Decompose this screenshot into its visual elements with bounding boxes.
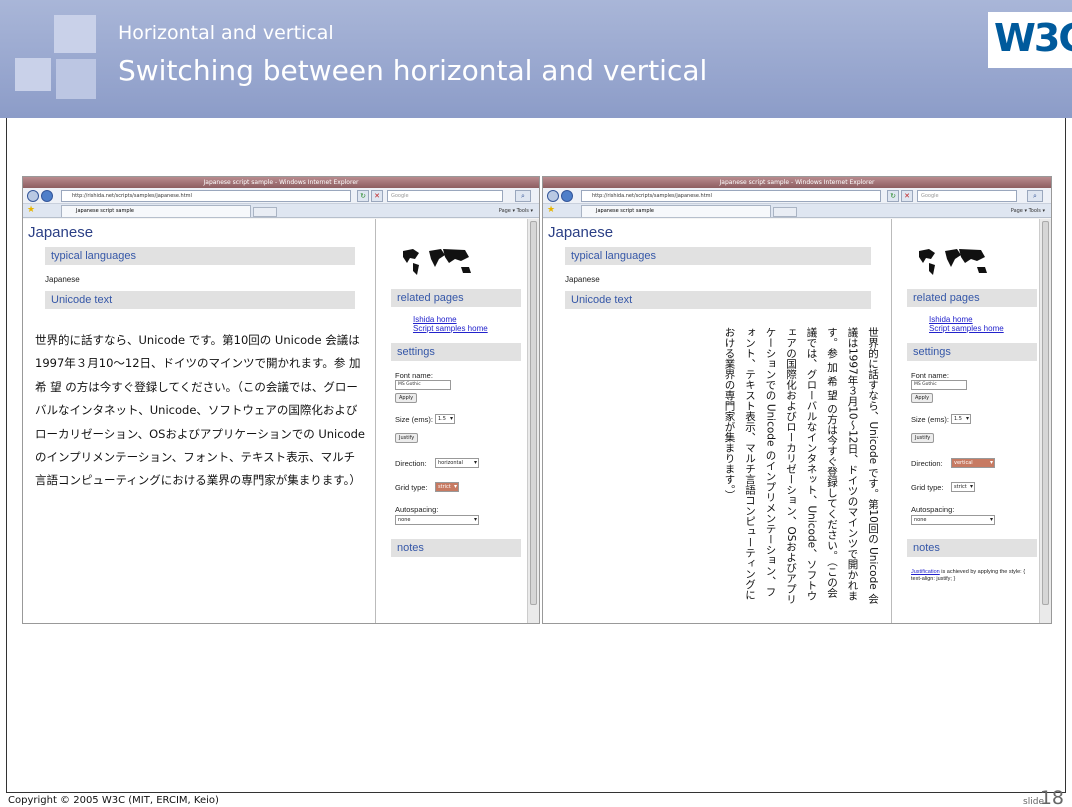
autospacing-label: Autospacing: [911, 505, 955, 514]
refresh-icon[interactable]: ↻ [887, 190, 899, 202]
browser-window-vertical: Japanese script sample - Windows Interne… [542, 176, 1052, 624]
tab-toolbar: ★ Japanese script sample Page ▾ Tools ▾ [23, 204, 539, 218]
font-name-input[interactable]: MS Gothic [911, 380, 967, 390]
slide-header: Horizontal and vertical Switching betwee… [0, 0, 1072, 118]
decor-square [15, 58, 51, 91]
link-script-samples-home[interactable]: Script samples home [413, 324, 488, 333]
japanese-text-horizontal: 世界的に話すなら、Unicode です。第10回の Unicode 会議は199… [35, 333, 365, 488]
search-input[interactable]: Google [387, 190, 503, 202]
slide-kicker: Horizontal and vertical [118, 22, 334, 44]
copyright: Copyright © 2005 W3C (MIT, ERCIM, Keio) [8, 795, 219, 806]
typical-languages-value: Japanese [565, 275, 600, 284]
page-heading: Japanese [28, 224, 94, 241]
link-ishida-home[interactable]: Ishida home [929, 315, 973, 324]
page-content: Japanese typical languages Japanese Unic… [23, 219, 539, 623]
browser-tab[interactable]: Japanese script sample [581, 205, 771, 217]
justification-link[interactable]: Justification [911, 569, 940, 575]
scrollbar[interactable] [527, 219, 539, 623]
forward-button-icon[interactable] [41, 190, 53, 202]
w3c-logo: W3C [988, 12, 1072, 68]
command-bar[interactable]: Page ▾ Tools ▾ [499, 205, 533, 217]
related-pages-heading: related pages [391, 289, 521, 307]
size-label: Size (ems): [395, 415, 433, 424]
settings-heading: settings [907, 343, 1037, 361]
window-titlebar: Japanese script sample - Windows Interne… [543, 177, 1051, 188]
related-pages-heading: related pages [907, 289, 1037, 307]
direction-select[interactable]: horizontal [435, 458, 479, 468]
browser-tab[interactable]: Japanese script sample [61, 205, 251, 217]
page-content: Japanese typical languages Japanese Unic… [543, 219, 1051, 623]
size-select[interactable]: 1.5 [435, 414, 455, 424]
address-bar[interactable]: http://rishida.net/scripts/samples/japan… [61, 190, 351, 202]
sidebar: related pages Ishida home Script samples… [377, 219, 527, 623]
font-name-label: Font name: [395, 371, 433, 380]
justify-button[interactable]: Justify [911, 433, 935, 443]
grid-type-label: Grid type: [395, 483, 428, 492]
size-label: Size (ems): [911, 415, 949, 424]
settings-heading: settings [391, 343, 521, 361]
favorites-star-icon[interactable]: ★ [27, 205, 35, 215]
refresh-icon[interactable]: ↻ [357, 190, 369, 202]
scrollbar[interactable] [1039, 219, 1051, 623]
size-select[interactable]: 1.5 [951, 414, 971, 424]
decor-square [56, 59, 96, 99]
address-toolbar: http://rishida.net/scripts/samples/japan… [23, 188, 539, 204]
scrollbar-thumb[interactable] [1042, 221, 1049, 605]
direction-select[interactable]: vertical [951, 458, 995, 468]
grid-type-select[interactable]: strict [435, 482, 459, 492]
autospacing-select[interactable]: none [911, 515, 995, 525]
section-typical-languages: typical languages [565, 247, 871, 265]
section-unicode-text: Unicode text [565, 291, 871, 309]
command-bar[interactable]: Page ▾ Tools ▾ [1011, 205, 1045, 217]
notes-heading: notes [391, 539, 521, 557]
search-input[interactable]: Google [917, 190, 1017, 202]
sidebar: related pages Ishida home Script samples… [893, 219, 1039, 623]
window-titlebar: Japanese script sample - Windows Interne… [23, 177, 539, 188]
decor-square [54, 15, 96, 53]
japanese-text-vertical: 世界的に話すなら、Unicode です。第10回の Unicode 会議は199… [723, 327, 880, 605]
section-unicode-text: Unicode text [45, 291, 355, 309]
stop-icon[interactable]: ✕ [901, 190, 913, 202]
notes-text: Justification is achieved by applying th… [911, 569, 1035, 583]
autospacing-select[interactable]: none [395, 515, 479, 525]
apply-button[interactable]: Apply [395, 393, 418, 403]
back-button-icon[interactable] [27, 190, 39, 202]
section-typical-languages: typical languages [45, 247, 355, 265]
grid-type-label: Grid type: [911, 483, 944, 492]
main-column: Japanese typical languages Japanese Unic… [23, 219, 376, 623]
grid-type-select[interactable]: strict [951, 482, 975, 492]
forward-button-icon[interactable] [561, 190, 573, 202]
font-name-label: Font name: [911, 371, 949, 380]
world-map-icon [919, 249, 987, 275]
notes-heading: notes [907, 539, 1037, 557]
font-name-input[interactable]: MS Gothic [395, 380, 451, 390]
justify-button[interactable]: Justify [395, 433, 419, 443]
apply-button[interactable]: Apply [911, 393, 934, 403]
browser-window-horizontal: Japanese script sample - Windows Interne… [22, 176, 540, 624]
w3c-logo-text: W3C [994, 16, 1072, 60]
slide-footer: Copyright © 2005 W3C (MIT, ERCIM, Keio) … [0, 787, 1072, 807]
direction-label: Direction: [911, 459, 943, 468]
main-column: Japanese typical languages Japanese Unic… [543, 219, 892, 623]
slide-title: Switching between horizontal and vertica… [118, 54, 708, 87]
search-icon[interactable]: ⌕ [1027, 190, 1043, 202]
link-ishida-home[interactable]: Ishida home [413, 315, 457, 324]
stop-icon[interactable]: ✕ [371, 190, 383, 202]
autospacing-label: Autospacing: [395, 505, 439, 514]
address-bar[interactable]: http://rishida.net/scripts/samples/japan… [581, 190, 881, 202]
page-heading: Japanese [548, 224, 614, 241]
slide-number: 18 [1039, 787, 1064, 807]
scrollbar-thumb[interactable] [530, 221, 537, 605]
favorites-star-icon[interactable]: ★ [547, 205, 555, 215]
new-tab-button[interactable] [253, 207, 277, 217]
typical-languages-value: Japanese [45, 275, 80, 284]
link-script-samples-home[interactable]: Script samples home [929, 324, 1004, 333]
back-button-icon[interactable] [547, 190, 559, 202]
address-toolbar: http://rishida.net/scripts/samples/japan… [543, 188, 1051, 204]
direction-label: Direction: [395, 459, 427, 468]
new-tab-button[interactable] [773, 207, 797, 217]
world-map-icon [403, 249, 471, 275]
search-icon[interactable]: ⌕ [515, 190, 531, 202]
tab-toolbar: ★ Japanese script sample Page ▾ Tools ▾ [543, 204, 1051, 218]
